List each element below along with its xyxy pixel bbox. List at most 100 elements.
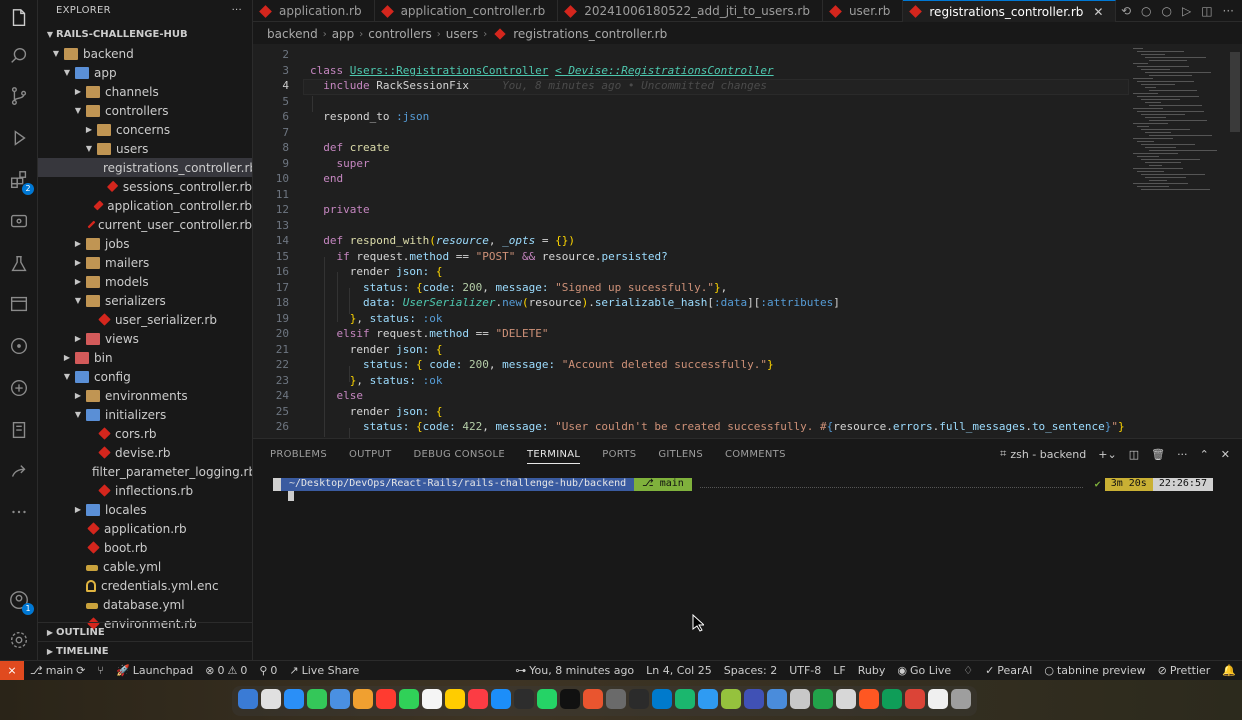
remote-explorer-icon[interactable] <box>7 210 31 234</box>
explorer-more-button[interactable]: ··· <box>232 5 242 16</box>
dock-app-icon[interactable] <box>330 689 350 709</box>
tree-file[interactable]: registrations_controller.rb <box>38 158 252 177</box>
tree-folder[interactable]: ▶ concerns <box>38 120 252 139</box>
tree-folder[interactable]: ▼ app <box>38 63 252 82</box>
cursor-position[interactable]: Ln 4, Col 25 <box>640 664 718 677</box>
tree-folder[interactable]: ▶ mailers <box>38 253 252 272</box>
dock-app-icon[interactable] <box>560 689 580 709</box>
more-icon[interactable] <box>7 500 31 524</box>
settings-gear-icon[interactable] <box>7 628 31 652</box>
tree-file[interactable]: filter_parameter_logging.rb <box>38 462 252 481</box>
accounts-icon[interactable]: 1 <box>7 588 34 615</box>
panel-tab-output[interactable]: OUTPUT <box>349 449 392 464</box>
dock-app-icon[interactable] <box>836 689 856 709</box>
gitlens-graph-icon[interactable]: ⑂ <box>91 664 110 677</box>
live-share-icon[interactable] <box>7 460 31 484</box>
editor-scrollbar[interactable] <box>1230 52 1240 132</box>
new-terminal-icon[interactable]: +⌄ <box>1098 448 1116 461</box>
language-mode[interactable]: Ruby <box>852 664 892 677</box>
dock-app-icon[interactable] <box>744 689 764 709</box>
panels-icon[interactable] <box>7 292 31 316</box>
source-control-icon[interactable] <box>7 84 31 108</box>
dock-app-icon[interactable] <box>767 689 787 709</box>
run-icon[interactable]: ▷ <box>1182 4 1191 18</box>
terminal-more-icon[interactable]: ··· <box>1177 448 1188 461</box>
docker-icon[interactable] <box>7 376 31 400</box>
tree-file[interactable]: user_serializer.rb <box>38 310 252 329</box>
tree-folder[interactable]: ▶ jobs <box>38 234 252 253</box>
tree-folder[interactable]: ▼ initializers <box>38 405 252 424</box>
notifications-icon[interactable]: 🔔 <box>1216 664 1242 677</box>
live-share-status[interactable]: ↗ Live Share <box>283 664 365 677</box>
encoding[interactable]: UTF-8 <box>783 664 827 677</box>
tree-file[interactable]: application_controller.rb <box>38 196 252 215</box>
tree-file[interactable]: sessions_controller.rb <box>38 177 252 196</box>
breadcrumb-item[interactable]: controllers <box>368 27 432 41</box>
extensions-icon[interactable]: 2 <box>7 168 34 195</box>
tree-file[interactable]: application.rb <box>38 519 252 538</box>
copilot-icon[interactable]: ♢ <box>957 664 979 677</box>
dock-app-icon[interactable] <box>353 689 373 709</box>
prev-change-icon[interactable]: ○ <box>1141 4 1151 18</box>
tree-file[interactable]: credentials.yml.enc <box>38 576 252 595</box>
timeline-section[interactable]: ▶ TIMELINE <box>38 641 252 660</box>
dock-app-icon[interactable] <box>951 689 971 709</box>
tree-file[interactable]: boot.rb <box>38 538 252 557</box>
panel-tab-comments[interactable]: COMMENTS <box>725 449 786 464</box>
tree-file[interactable]: devise.rb <box>38 443 252 462</box>
breadcrumb-item[interactable]: backend <box>267 27 318 41</box>
terminal-prompt[interactable]: ~/Desktop/DevOps/React-Rails/rails-chall… <box>273 477 1213 491</box>
pearai-status[interactable]: ✓ PearAI <box>979 664 1038 677</box>
testing-icon[interactable] <box>7 252 31 276</box>
dock-app-icon[interactable] <box>905 689 925 709</box>
end-of-line[interactable]: LF <box>827 664 851 677</box>
editor-tab[interactable]: registrations_controller.rb ✕ <box>903 0 1117 22</box>
dock-app-icon[interactable] <box>445 689 465 709</box>
tree-folder[interactable]: ▼ serializers <box>38 291 252 310</box>
panel-tab-problems[interactable]: PROBLEMS <box>270 449 327 464</box>
launchpad-status[interactable]: 🚀 Launchpad <box>110 664 199 677</box>
tree-folder[interactable]: ▼ backend <box>38 44 252 63</box>
dock-app-icon[interactable] <box>629 689 649 709</box>
tree-folder[interactable]: ▼ users <box>38 139 252 158</box>
split-editor-icon[interactable]: ◫ <box>1201 4 1212 18</box>
maximize-panel-icon[interactable]: ⌃ <box>1200 448 1209 461</box>
search-icon[interactable] <box>7 44 31 68</box>
dock-app-icon[interactable] <box>261 689 281 709</box>
close-panel-icon[interactable]: ✕ <box>1221 448 1230 461</box>
dock-app-icon[interactable] <box>284 689 304 709</box>
breadcrumb-item[interactable]: app <box>332 27 355 41</box>
breadcrumb-item[interactable]: registrations_controller.rb <box>513 27 667 41</box>
tree-folder[interactable]: ▶ environments <box>38 386 252 405</box>
dock-app-icon[interactable] <box>652 689 672 709</box>
problems-status[interactable]: ⊗ 0 ⚠ 0 <box>199 664 253 677</box>
panel-tab-terminal[interactable]: TERMINAL <box>527 449 581 464</box>
tree-file[interactable]: inflections.rb <box>38 481 252 500</box>
dock-app-icon[interactable] <box>606 689 626 709</box>
kill-terminal-icon[interactable]: 🗑 <box>1151 448 1165 461</box>
more-actions-icon[interactable]: ··· <box>1223 4 1234 18</box>
next-change-icon[interactable]: ○ <box>1161 4 1171 18</box>
dock-app-icon[interactable] <box>928 689 948 709</box>
dock-app-icon[interactable] <box>583 689 603 709</box>
split-terminal-icon[interactable]: ◫ <box>1129 448 1139 461</box>
dock-app-icon[interactable] <box>468 689 488 709</box>
panel-tab-gitlens[interactable]: GITLENS <box>658 449 703 464</box>
gitlens-icon[interactable] <box>7 334 31 358</box>
outline-section[interactable]: ▶ OUTLINE <box>38 622 252 641</box>
minimap[interactable] <box>1129 44 1229 438</box>
dock-app-icon[interactable] <box>537 689 557 709</box>
code-editor[interactable]: 2 3 4 5 6 7 8 9 10 11 12 13 14 15 16 17 18 19 20 21 22 23 24 25… <box>253 44 1242 438</box>
prettier-status[interactable]: ⊘ Prettier <box>1152 664 1217 677</box>
ports-status[interactable]: ⚲ 0 <box>253 664 283 677</box>
compare-icon[interactable]: ⟲ <box>1121 4 1131 18</box>
editor-tab[interactable]: user.rb <box>823 0 904 22</box>
terminal-selector[interactable]: ⌗ zsh - backend <box>1000 447 1086 461</box>
dock-app-icon[interactable] <box>721 689 741 709</box>
tree-folder[interactable]: ▼ config <box>38 367 252 386</box>
dock-app-icon[interactable] <box>491 689 511 709</box>
editor-tab[interactable]: application_controller.rb <box>375 0 559 22</box>
editor-tab[interactable]: 20241006180522_add_jti_to_users.rb <box>558 0 823 22</box>
dock-app-icon[interactable] <box>422 689 442 709</box>
tree-folder[interactable]: ▶ locales <box>38 500 252 519</box>
